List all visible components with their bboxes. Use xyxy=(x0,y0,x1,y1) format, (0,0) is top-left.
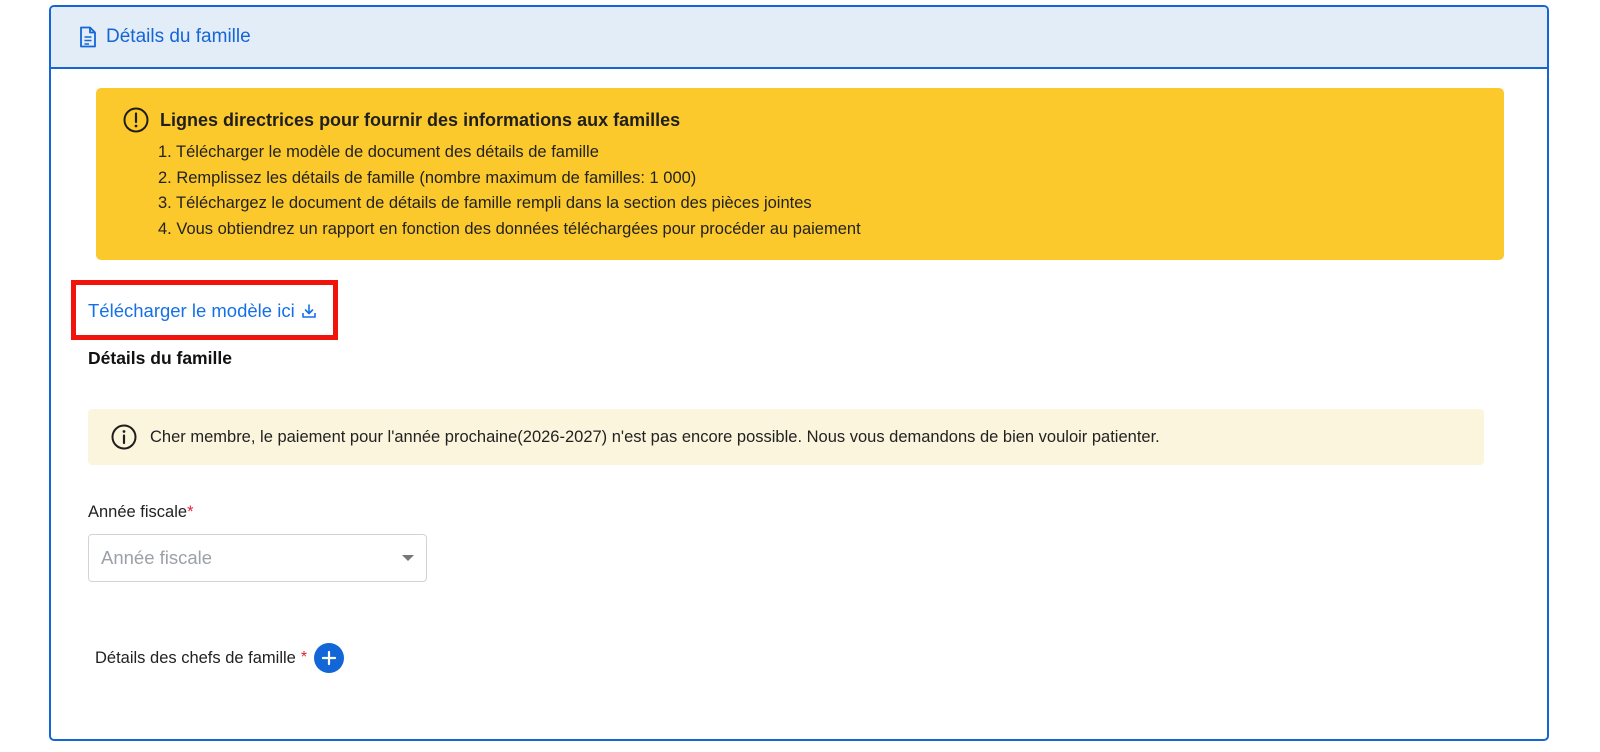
download-icon xyxy=(301,303,317,319)
guidelines-alert: Lignes directrices pour fournir des info… xyxy=(96,88,1504,260)
download-template-label: Télécharger le modèle ici xyxy=(88,300,295,321)
family-details-card: Détails du famille Lignes directrices po… xyxy=(49,5,1549,741)
guideline-item: 2. Remplissez les détails de famille (no… xyxy=(158,168,697,187)
fiscal-year-label-text: Année fiscale xyxy=(88,503,188,521)
guideline-item: 3. Téléchargez le document de détails de… xyxy=(158,194,812,212)
plus-icon xyxy=(321,650,337,666)
fiscal-year-placeholder: Année fiscale xyxy=(101,547,213,568)
family-heads-label: Détails des chefs de famille xyxy=(95,648,296,667)
guidelines-heading: Lignes directrices pour fournir des info… xyxy=(122,106,1504,134)
download-template-link[interactable]: Télécharger le modèle ici xyxy=(88,300,317,322)
guideline-item: 1. Télécharger le modèle de document des… xyxy=(158,143,599,161)
info-circle-icon xyxy=(110,423,138,451)
chevron-down-icon xyxy=(402,555,414,561)
guidelines-title: Lignes directrices pour fournir des info… xyxy=(160,109,681,130)
card-title: Détails du famille xyxy=(106,26,251,47)
card-header: Détails du famille xyxy=(51,7,1547,69)
fiscal-year-select[interactable]: Année fiscale xyxy=(88,534,427,582)
exclamation-circle-icon xyxy=(122,106,150,134)
guideline-item: 4. Vous obtiendrez un rapport en fonctio… xyxy=(158,219,861,238)
required-mark: * xyxy=(187,503,194,521)
document-icon xyxy=(79,26,97,48)
required-mark: * xyxy=(300,649,308,666)
fiscal-year-label: Année fiscale* xyxy=(88,503,194,522)
section-title: Détails du famille xyxy=(88,348,232,368)
guidelines-list: 1. Télécharger le modèle de document des… xyxy=(158,140,1504,242)
payment-notice: Cher membre, le paiement pour l'année pr… xyxy=(88,409,1484,465)
add-family-head-button[interactable] xyxy=(314,643,345,673)
family-heads-row: Détails des chefs de famille * xyxy=(95,643,345,673)
notice-text: Cher membre, le paiement pour l'année pr… xyxy=(150,427,1160,446)
